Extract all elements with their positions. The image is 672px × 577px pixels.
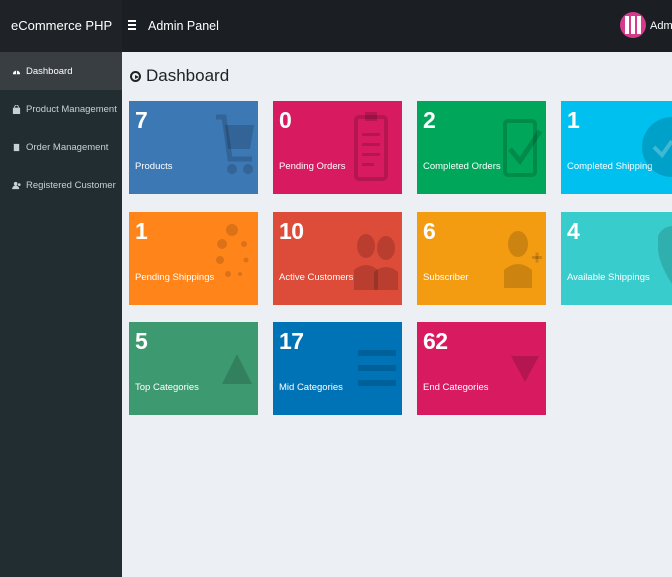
card-active-customers[interactable]: 10 Active Customers: [273, 212, 402, 305]
card-mid-categories[interactable]: 17 Mid Categories: [273, 322, 402, 415]
check-circle-icon: [642, 117, 672, 177]
sidebar: Dashboard Product Management Order Manag…: [0, 52, 122, 577]
card-pending-orders[interactable]: 0 Pending Orders: [273, 101, 402, 194]
user-name[interactable]: Administrator: [650, 0, 672, 52]
cart-icon: [216, 114, 254, 174]
menu-toggle-icon[interactable]: [128, 18, 142, 32]
card-available-shippings[interactable]: 4 Available Shippings: [561, 212, 672, 305]
sidebar-item-order-management[interactable]: Order Management: [0, 128, 122, 166]
card-top-categories[interactable]: 5 Top Categories: [129, 322, 258, 415]
card-end-categories[interactable]: 62 End Categories: [417, 322, 546, 415]
avatar[interactable]: [620, 12, 646, 38]
sidebar-item-label: Dashboard: [26, 65, 73, 77]
sidebar-item-product-management[interactable]: Product Management: [0, 90, 122, 128]
shopping-bag-icon: [12, 104, 21, 114]
map-marker-icon: [658, 226, 672, 284]
bars-icon: [358, 350, 396, 386]
card-pending-shippings[interactable]: 1 Pending Shippings: [129, 212, 258, 305]
users-icon: [354, 234, 398, 290]
spinner-icon: [216, 224, 249, 277]
check-square-icon: [503, 119, 542, 177]
dashboard-icon: [12, 67, 21, 76]
sidebar-item-label: Product Management: [26, 103, 117, 115]
triangle-up-icon: [222, 354, 252, 384]
user-plus-icon: [504, 231, 542, 288]
navbar: Admin Panel Administrator: [122, 0, 672, 52]
brand-logo[interactable]: eCommerce PHP: [0, 0, 122, 52]
triangle-down-icon: [511, 356, 539, 382]
sidebar-item-registered-customer[interactable]: Registered Customer: [0, 166, 122, 204]
sidebar-item-label: Order Management: [26, 141, 109, 153]
card-completed-orders[interactable]: 2 Completed Orders: [417, 101, 546, 194]
panel-title: Admin Panel: [148, 19, 219, 33]
main-content: Dashboard 7 Products 0 Pending Orders 2 …: [122, 52, 672, 577]
sidebar-item-label: Registered Customer: [26, 179, 116, 191]
top-bar: eCommerce PHP Admin Panel Administrator: [0, 0, 672, 52]
card-products[interactable]: 7 Products: [129, 101, 258, 194]
card-completed-shipping[interactable]: 1 Completed Shipping: [561, 101, 672, 194]
book-icon: [12, 143, 21, 152]
arrow-circle-icon: [130, 70, 141, 82]
clipboard-icon: [354, 112, 388, 181]
sidebar-item-dashboard[interactable]: Dashboard: [0, 52, 122, 90]
page-title: Dashboard: [130, 66, 229, 86]
users-icon: [12, 181, 21, 190]
card-subscriber[interactable]: 6 Subscriber: [417, 212, 546, 305]
